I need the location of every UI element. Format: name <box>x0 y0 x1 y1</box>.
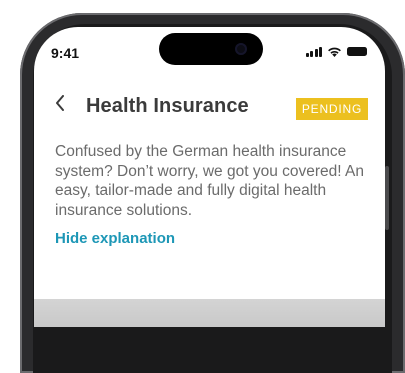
chevron-left-icon[interactable] <box>52 93 68 113</box>
status-badge: PENDING <box>296 98 368 120</box>
phone-screen: 9:41 Health Insurance PENDING Confused b… <box>34 27 385 327</box>
camera-icon <box>235 43 247 55</box>
explanation-text: Confused by the German health insurance … <box>55 143 364 219</box>
status-icons <box>305 46 367 57</box>
status-time: 9:41 <box>51 45 80 61</box>
battery-icon <box>347 47 367 56</box>
page-title: Health Insurance <box>86 95 249 117</box>
bottom-panel <box>34 299 385 327</box>
dynamic-island <box>159 33 263 65</box>
side-button <box>385 166 389 230</box>
wifi-icon <box>328 47 341 57</box>
signal-icon <box>305 46 322 57</box>
hide-explanation-link[interactable]: Hide explanation <box>55 230 175 247</box>
